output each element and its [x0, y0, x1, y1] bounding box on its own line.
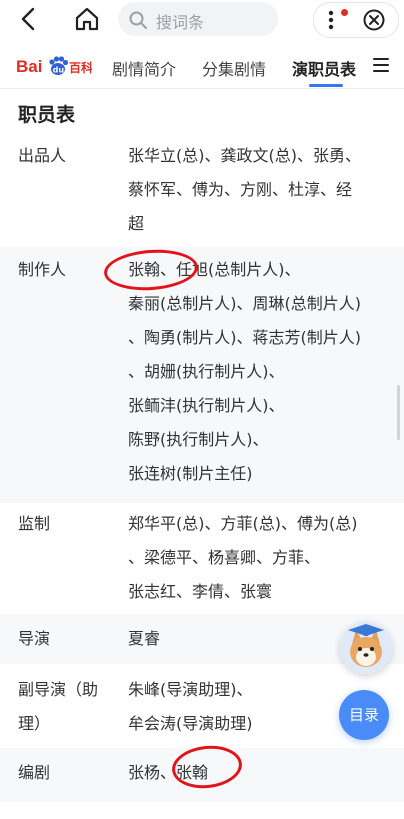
- crew-role: 副导演（助 理）: [18, 680, 99, 733]
- notification-dot: [341, 9, 348, 16]
- tab-plot-summary[interactable]: 剧情简介: [112, 56, 176, 80]
- baidu-paw-icon: Bai du 百科: [16, 56, 93, 76]
- section-title: 职员表: [18, 104, 76, 126]
- search-placeholder: 搜词条: [156, 13, 205, 32]
- toc-button[interactable]: 目录: [339, 690, 389, 740]
- crew-row-supervisor: 监制 郑华平(总)、方菲(总)、傅为(总) 、梁德平、杨喜卿、方菲、 张志红、李…: [0, 504, 404, 612]
- tab-cast-crew[interactable]: 演职员表: [292, 56, 356, 80]
- shiba-dog-icon: [340, 622, 392, 674]
- back-button[interactable]: [14, 5, 44, 33]
- divider: [0, 88, 404, 89]
- crew-role: 导演: [18, 629, 51, 648]
- crew-role: 监制: [18, 514, 51, 533]
- crew-names: 张华立(总)、龚政文(总)、张勇、 蔡怀军、傅为、方刚、杜淳、经 超: [128, 146, 361, 233]
- crew-row-producer: 出品人 张华立(总)、龚政文(总)、张勇、 蔡怀军、傅为、方刚、杜淳、经 超: [0, 139, 404, 243]
- crew-names: 郑华平(总)、方菲(总)、傅为(总) 、梁德平、杨喜卿、方菲、 张志红、李倩、张…: [128, 514, 358, 601]
- svg-text:du: du: [53, 66, 65, 75]
- svg-text:Bai: Bai: [16, 57, 42, 76]
- top-bar: 搜词条: [0, 0, 404, 40]
- svg-text:百科: 百科: [69, 60, 92, 75]
- more-vertical-icon[interactable]: [328, 9, 334, 31]
- assistant-avatar-button[interactable]: [340, 622, 392, 674]
- back-arrow-icon: [21, 7, 35, 31]
- crew-role: 编剧: [18, 763, 51, 782]
- crew-names: 张翰、任旭(总制片人)、 秦丽(总制片人)、周琳(总制片人) 、陶勇(制片人)、…: [128, 260, 361, 483]
- home-button[interactable]: [72, 5, 102, 33]
- active-tab-indicator: [309, 84, 343, 87]
- search-input[interactable]: 搜词条: [118, 2, 278, 36]
- tab-episode-plot[interactable]: 分集剧情: [202, 56, 266, 80]
- baidu-baike-logo[interactable]: Bai du 百科: [16, 55, 93, 77]
- crew-names: 张杨、张翰: [128, 763, 209, 782]
- crew-role: 制作人: [18, 260, 67, 279]
- mini-program-capsule: [313, 2, 399, 38]
- scrollbar[interactable]: [397, 385, 400, 440]
- menu-icon[interactable]: [372, 57, 390, 73]
- tab-bar: Bai du 百科 剧情简介 分集剧情 演职员表: [0, 44, 404, 87]
- crew-role: 出品人: [18, 146, 67, 165]
- close-icon[interactable]: [362, 8, 386, 32]
- crew-row-maker: 制作人 张翰、任旭(总制片人)、 秦丽(总制片人)、周琳(总制片人) 、陶勇(制…: [0, 247, 404, 503]
- search-icon: [129, 11, 147, 29]
- home-icon: [75, 7, 99, 31]
